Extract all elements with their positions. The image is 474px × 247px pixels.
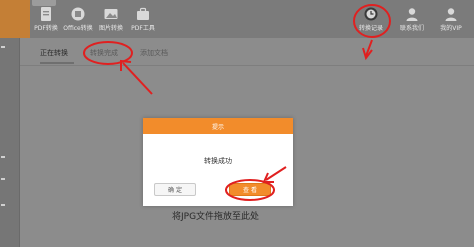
top-toolbar: PDF转换 Office转换 图片转换 PDF工具 转换记录 联系我们 我的VI… [0, 0, 474, 38]
dialog-title: 提示 [143, 118, 293, 134]
office-convert-icon [70, 6, 86, 22]
sidebar-mark [1, 156, 5, 158]
active-nav-item[interactable] [0, 0, 30, 38]
tab-completed[interactable]: 转换完成 [90, 48, 118, 58]
tab-bar: 正在转换 转换完成 添加文档 [20, 38, 474, 66]
pdf-tools-icon [135, 6, 151, 22]
toolbar-item-pdf-tools[interactable]: PDF工具 [128, 0, 158, 38]
image-convert-icon [103, 6, 119, 22]
active-tab-indicator [40, 62, 74, 64]
toolbar-label: 我的VIP [440, 25, 462, 32]
pdf-convert-icon [38, 6, 54, 22]
sidebar-mark [1, 204, 5, 206]
toolbar-label: Office转换 [63, 25, 93, 32]
toolbar-item-vip[interactable]: 我的VIP [436, 0, 466, 38]
toolbar-label: 联系我们 [399, 25, 424, 32]
tab-converting[interactable]: 正在转换 [40, 48, 68, 58]
sidebar-mark [1, 46, 5, 48]
toolbar-item-history[interactable]: 转换记录 [356, 0, 386, 38]
dialog-message: 转换成功 [204, 157, 232, 165]
sidebar-mark [1, 178, 5, 180]
vip-user-icon [443, 6, 459, 22]
history-clock-icon [363, 6, 379, 22]
left-sidebar [0, 38, 20, 247]
contact-user-icon [404, 6, 420, 22]
toolbar-item-image-convert[interactable]: 图片转换 [96, 0, 126, 38]
toolbar-label: PDF工具 [131, 25, 155, 32]
toolbar-label: PDF转换 [34, 25, 58, 32]
tab-add-document[interactable]: 添加文档 [140, 48, 168, 58]
drop-zone-hint: 将JPG文件拖放至此处 [172, 212, 260, 222]
toolbar-label: 转换记录 [358, 25, 383, 32]
success-dialog: 提示 转换成功 确 定 查 看 [143, 118, 293, 206]
toolbar-label: 图片转换 [98, 25, 123, 32]
toolbar-item-pdf-convert[interactable]: PDF转换 [32, 0, 60, 38]
toolbar-item-contact[interactable]: 联系我们 [397, 0, 427, 38]
view-button[interactable]: 查 看 [229, 183, 271, 196]
confirm-button[interactable]: 确 定 [154, 183, 196, 196]
toolbar-item-office-convert[interactable]: Office转换 [62, 0, 94, 38]
